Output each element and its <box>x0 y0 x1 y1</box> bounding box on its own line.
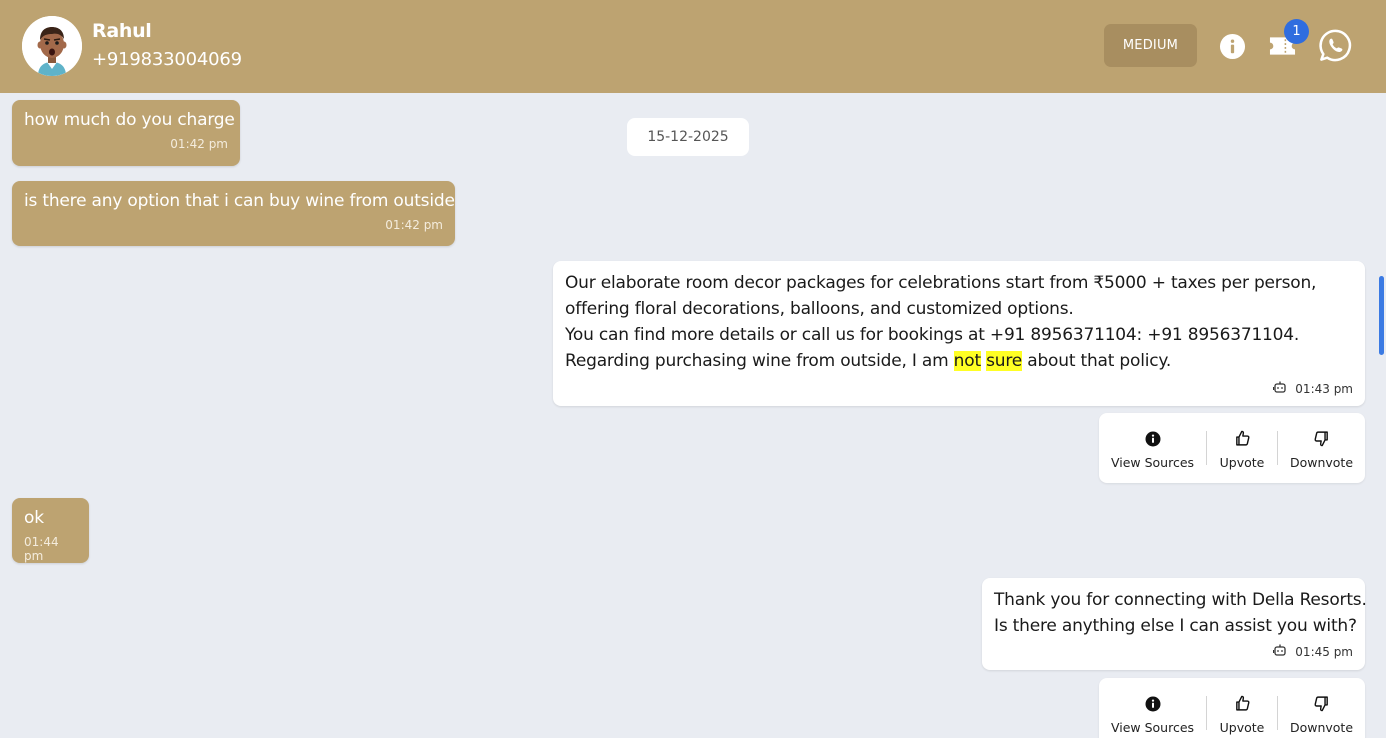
thumbs-down-icon <box>1314 696 1328 712</box>
message-meta: 01:45 pm <box>994 643 1353 660</box>
info-icon <box>1145 431 1160 446</box>
message-text: is there any option that i can buy wine … <box>24 191 455 211</box>
message-line: Regarding purchasing wine from outside, … <box>565 348 1353 374</box>
outgoing-message: Thank you for connecting with Della Reso… <box>982 578 1367 670</box>
message-actions: View Sources Upvote Downvote <box>1099 413 1365 483</box>
view-sources-label: View Sources <box>1110 454 1195 470</box>
message-time: 01:44 pm <box>24 535 59 563</box>
downvote-button[interactable]: Downvote <box>1278 413 1365 483</box>
info-icon[interactable] <box>1218 32 1246 60</box>
avatar[interactable] <box>22 16 82 76</box>
message-line-text: about that policy. <box>1022 351 1172 371</box>
thumbs-up-icon <box>1235 695 1250 711</box>
incoming-message: is there any option that i can buy wine … <box>12 181 455 246</box>
contact-name: Rahul <box>92 20 152 42</box>
thumbs-up-icon <box>1235 430 1250 446</box>
downvote-button[interactable]: Downvote <box>1278 678 1365 738</box>
outgoing-message: Our elaborate room decor packages for ce… <box>553 261 1365 406</box>
message-line: Thank you for connecting with Della Reso… <box>994 590 1367 610</box>
message-line: Is there anything else I can assist you … <box>994 616 1357 636</box>
message-line: Our elaborate room decor packages for ce… <box>565 273 1317 293</box>
message-time: 01:45 pm <box>1295 644 1353 659</box>
message-time: 01:43 pm <box>1295 381 1353 396</box>
message-line-text: Regarding purchasing wine from outside, … <box>565 351 954 371</box>
message-text: ok <box>24 508 44 528</box>
message-actions: View Sources Upvote Downvote <box>1099 678 1365 738</box>
message-time: 01:42 pm <box>385 218 443 232</box>
message-time: 01:42 pm <box>170 137 228 151</box>
highlighted-word: sure <box>986 351 1023 371</box>
chat-header: Rahul +919833004069 MEDIUM 1 <box>0 0 1386 93</box>
ticket-count-badge: 1 <box>1284 19 1309 44</box>
message-line: offering floral decorations, balloons, a… <box>565 299 1074 319</box>
downvote-label: Downvote <box>1289 719 1354 735</box>
message-text: how much do you charge <box>24 110 235 130</box>
upvote-label: Upvote <box>1219 719 1265 735</box>
downvote-label: Downvote <box>1289 454 1354 470</box>
incoming-message: ok 01:44 pm <box>12 498 89 563</box>
bot-icon <box>1273 643 1287 660</box>
date-divider: 15-12-2025 <box>627 118 749 156</box>
bot-icon <box>1273 380 1287 397</box>
message-meta: 01:43 pm <box>565 380 1353 397</box>
contact-phone: +919833004069 <box>92 49 242 70</box>
view-sources-label: View Sources <box>1110 719 1195 735</box>
thumbs-down-icon <box>1314 431 1328 447</box>
upvote-button[interactable]: Upvote <box>1207 678 1277 738</box>
highlighted-word: not <box>953 351 981 371</box>
upvote-label: Upvote <box>1219 454 1265 470</box>
whatsapp-icon[interactable] <box>1318 28 1353 63</box>
view-sources-button[interactable]: View Sources <box>1099 413 1206 483</box>
upvote-button[interactable]: Upvote <box>1207 413 1277 483</box>
chat-scrollbar[interactable] <box>1379 276 1384 355</box>
message-line: You can find more details or call us for… <box>565 325 1300 345</box>
priority-button[interactable]: MEDIUM <box>1104 24 1197 67</box>
info-icon <box>1145 696 1160 711</box>
view-sources-button[interactable]: View Sources <box>1099 678 1206 738</box>
incoming-message: how much do you charge 01:42 pm <box>12 100 240 166</box>
avatar-illustration <box>22 16 82 76</box>
